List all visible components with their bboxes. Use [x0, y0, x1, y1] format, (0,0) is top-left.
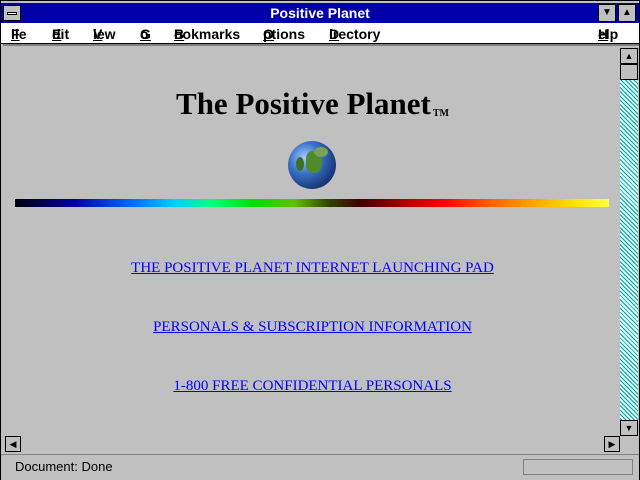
window-title: Positive Planet	[270, 5, 370, 21]
vertical-scroll-thumb[interactable]	[620, 64, 638, 80]
maximize-button[interactable]: ▲	[618, 4, 636, 22]
menu-bar: File Edit View Go Bookmarks Options Dire…	[1, 23, 639, 44]
globe-icon	[288, 141, 336, 189]
trademark-mark: TM	[432, 108, 449, 119]
content-border	[3, 44, 639, 46]
page-content: The Positive Planet TM THE POSITIVE PLANE…	[5, 48, 620, 436]
status-text: Document: Done	[15, 459, 113, 474]
launching-pad-link[interactable]: THE POSITIVE PLANET INTERNET LAUNCHING P…	[5, 260, 620, 277]
down-arrow-icon[interactable]: ▼	[620, 420, 638, 436]
vertical-scrollbar[interactable]: ▲ ▼	[620, 48, 638, 436]
right-arrow-icon[interactable]: ▶	[604, 436, 620, 452]
personals-subscription-link[interactable]: PERSONALS & SUBSCRIPTION INFORMATION	[5, 319, 620, 336]
status-bar: Document: Done	[1, 454, 639, 480]
rainbow-divider	[15, 199, 609, 207]
scrollbar-corner	[620, 436, 638, 452]
progress-indicator	[523, 459, 633, 475]
minimize-button[interactable]: ▼	[598, 4, 616, 22]
page-heading: The Positive Planet TM	[176, 86, 449, 121]
title-bar[interactable]: Positive Planet ▼ ▲	[1, 3, 639, 23]
browser-window: Positive Planet ▼ ▲ File Edit View Go Bo…	[0, 0, 640, 480]
free-personals-link[interactable]: 1-800 FREE CONFIDENTIAL PERSONALS	[5, 378, 620, 395]
up-arrow-icon[interactable]: ▲	[620, 48, 638, 64]
left-arrow-icon[interactable]: ◀	[5, 436, 21, 452]
horizontal-scrollbar[interactable]: ◀ ▶	[5, 436, 620, 452]
